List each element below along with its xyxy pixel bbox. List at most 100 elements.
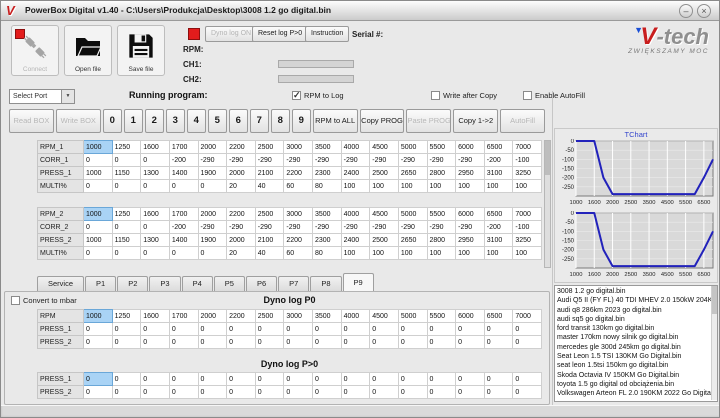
table-cell[interactable]: 0 <box>111 246 142 260</box>
action-button-9[interactable]: 9 <box>291 109 311 133</box>
table-cell[interactable]: 0 <box>226 372 256 386</box>
table-cell[interactable]: 1600 <box>140 207 170 221</box>
table-cell[interactable]: 0 <box>483 385 514 399</box>
table-cell[interactable]: 1700 <box>168 309 199 323</box>
table-cell[interactable]: 0 <box>197 335 228 349</box>
table-cell[interactable]: 1900 <box>197 166 228 180</box>
table-cell[interactable]: 0 <box>340 372 371 386</box>
table-cell[interactable]: 1000 <box>83 309 113 323</box>
table-cell[interactable]: 2200 <box>226 140 256 154</box>
table-cell[interactable]: 100 <box>369 246 399 260</box>
save-file-button[interactable]: Save file <box>117 25 165 76</box>
table-cell[interactable]: 0 <box>340 335 371 349</box>
table-cell[interactable]: 6000 <box>455 309 485 323</box>
action-button-read-box[interactable]: Read BOX <box>9 109 54 133</box>
table-cell[interactable]: 100 <box>340 246 371 260</box>
table-cell[interactable]: 3250 <box>512 166 542 180</box>
file-list-item[interactable]: toyota 1.5 go digital od obciążenia.bin <box>557 380 715 389</box>
table-cell[interactable]: 0 <box>197 372 228 386</box>
table-cell[interactable]: 1250 <box>111 309 142 323</box>
table-cell[interactable]: 2300 <box>312 233 342 247</box>
table-cell[interactable]: 0 <box>111 335 142 349</box>
table-cell[interactable]: 2950 <box>455 166 485 180</box>
table-cell[interactable]: 1000 <box>83 166 113 180</box>
table-cell[interactable]: -290 <box>254 153 285 167</box>
table-cell[interactable]: 0 <box>283 385 313 399</box>
table-cell[interactable]: 20 <box>226 179 256 193</box>
table-cell[interactable]: -290 <box>226 220 256 234</box>
table-cell[interactable]: -290 <box>369 153 399 167</box>
table-cell[interactable]: 0 <box>455 372 485 386</box>
table-cell[interactable]: 20 <box>226 246 256 260</box>
table-cell[interactable]: 3000 <box>283 309 313 323</box>
table-cell[interactable]: 0 <box>168 179 199 193</box>
table-cell[interactable]: 2000 <box>197 207 228 221</box>
action-button-copy-prog[interactable]: Copy PROG <box>359 109 405 133</box>
table-cell[interactable]: -290 <box>254 220 285 234</box>
table-cell[interactable]: 3500 <box>312 207 342 221</box>
table-cell[interactable]: 5000 <box>397 309 428 323</box>
table-cell[interactable]: -290 <box>283 220 313 234</box>
table-cell[interactable]: 0 <box>455 322 485 336</box>
table-cell[interactable]: 1250 <box>111 140 142 154</box>
table-cell[interactable]: 1400 <box>168 166 199 180</box>
table-cell[interactable]: 1300 <box>140 233 170 247</box>
scrollbar-thumb[interactable] <box>712 286 717 314</box>
open-file-button[interactable]: Open file <box>64 25 112 76</box>
table-cell[interactable]: 0 <box>455 335 485 349</box>
table-cell[interactable]: 0 <box>369 372 399 386</box>
action-button-write-box[interactable]: Write BOX <box>55 109 101 133</box>
table-cell[interactable]: 0 <box>426 372 457 386</box>
table-cell[interactable]: 0 <box>283 322 313 336</box>
table-cell[interactable]: 4000 <box>340 207 371 221</box>
file-list-item[interactable]: Audi Q5 II (FY FL) 40 TDI MHEV 2.0 150kW… <box>557 296 715 305</box>
table-cell[interactable]: 5500 <box>426 309 457 323</box>
tab-p6[interactable]: P6 <box>245 276 278 291</box>
table-cell[interactable]: 0 <box>168 372 199 386</box>
table-cell[interactable]: 100 <box>340 179 371 193</box>
table-cell[interactable]: 1600 <box>140 309 170 323</box>
table-cell[interactable]: 0 <box>312 372 342 386</box>
table-cell[interactable]: 1250 <box>111 207 142 221</box>
table-cell[interactable]: 0 <box>226 335 256 349</box>
table-cell[interactable]: 0 <box>283 372 313 386</box>
table-cell[interactable]: 3500 <box>312 140 342 154</box>
table-cell[interactable]: 0 <box>426 335 457 349</box>
action-button-autofill[interactable]: AutoFill <box>500 109 546 133</box>
connect-button[interactable]: Connect <box>11 25 59 76</box>
table-cell[interactable]: 7000 <box>512 207 542 221</box>
rpm-to-log-checkbox-box[interactable] <box>292 90 301 101</box>
table-cell[interactable]: 2000 <box>197 140 228 154</box>
action-button-2[interactable]: 2 <box>144 109 164 133</box>
table-cell[interactable]: 0 <box>312 385 342 399</box>
table-cell[interactable]: 0 <box>426 322 457 336</box>
table-cell[interactable]: 1900 <box>197 233 228 247</box>
table-cell[interactable]: 0 <box>111 179 142 193</box>
table-cell[interactable]: 2500 <box>254 207 285 221</box>
table-cell[interactable]: 0 <box>83 179 113 193</box>
table-cell[interactable]: 0 <box>369 335 399 349</box>
file-list-item[interactable]: ford transit 130km go digital.bin <box>557 324 715 333</box>
table-cell[interactable]: 2000 <box>197 309 228 323</box>
table-cell[interactable]: 4500 <box>369 309 399 323</box>
table-cell[interactable]: 5000 <box>397 207 428 221</box>
table-cell[interactable]: 2300 <box>312 166 342 180</box>
table-cell[interactable]: 2650 <box>397 233 428 247</box>
table-cell[interactable]: 0 <box>197 385 228 399</box>
table-cell[interactable]: 0 <box>512 335 542 349</box>
table-cell[interactable]: 6500 <box>483 207 514 221</box>
table-cell[interactable]: 0 <box>168 385 199 399</box>
table-cell[interactable]: 1300 <box>140 166 170 180</box>
table-cell[interactable]: 0 <box>254 372 285 386</box>
table-cell[interactable]: 0 <box>254 385 285 399</box>
action-button-3[interactable]: 3 <box>165 109 185 133</box>
table-cell[interactable]: 0 <box>512 322 542 336</box>
chevron-down-icon[interactable]: ▼ <box>61 90 74 103</box>
table-cell[interactable]: 6500 <box>483 140 514 154</box>
table-cell[interactable]: 100 <box>369 179 399 193</box>
file-list-item[interactable]: audi q8 286km 2023 go digital.bin <box>557 306 715 315</box>
table-cell[interactable]: 3000 <box>283 140 313 154</box>
table-cell[interactable]: -290 <box>455 220 485 234</box>
table-cell[interactable]: 0 <box>483 335 514 349</box>
table-cell[interactable]: 0 <box>83 372 113 386</box>
